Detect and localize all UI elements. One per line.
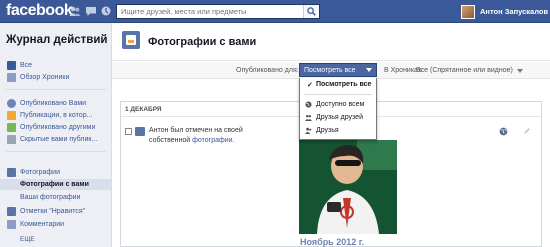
filter-bar: Опубликовано для: Посмотреть все В Хрони… bbox=[112, 62, 550, 79]
menu-item-label: Посмотреть все bbox=[316, 81, 372, 88]
sidebar-item-all[interactable]: Все bbox=[0, 60, 111, 71]
avatar bbox=[461, 4, 475, 19]
menu-item-public[interactable]: Доступно всем bbox=[300, 98, 376, 111]
sidebar-item-photos[interactable]: Фотографии bbox=[0, 167, 111, 178]
friends-icon bbox=[305, 127, 312, 134]
sidebar-item-timeline-review[interactable]: Обзор Хроники bbox=[0, 72, 111, 83]
sidebar-item-label: Опубликовано Вами bbox=[20, 100, 87, 107]
audience-filter-value: Посмотреть все bbox=[304, 66, 356, 74]
timeline-month-marker: Ноябрь 2012 г. bbox=[300, 237, 365, 247]
search-input[interactable] bbox=[117, 5, 299, 18]
timeline-icon bbox=[7, 73, 16, 82]
sidebar-item-photos-of-you[interactable]: Фотографии с вами bbox=[0, 179, 111, 190]
sidebar-item-label: Фотографии bbox=[20, 169, 61, 176]
select-checkbox[interactable] bbox=[125, 128, 132, 135]
top-bar: facebook Антон Запускалов bbox=[0, 0, 550, 23]
search-box bbox=[116, 4, 320, 19]
sidebar-item-label: Скрытые вами публик... bbox=[20, 136, 98, 143]
menu-item-see-all[interactable]: ✓ Посмотреть все bbox=[300, 78, 376, 91]
chevron-down-icon bbox=[516, 68, 523, 73]
sidebar-item-label: Публикации, в котор... bbox=[20, 112, 93, 119]
page-header: Фотографии с вами bbox=[112, 23, 550, 61]
globe-icon[interactable] bbox=[499, 127, 508, 136]
card-date: 1 ДЕКАБРЯ bbox=[125, 106, 162, 113]
facebook-icon bbox=[7, 61, 16, 70]
friend-requests-icon[interactable] bbox=[69, 5, 81, 17]
audience-filter-button[interactable]: Посмотреть все bbox=[299, 63, 377, 77]
search-button[interactable] bbox=[303, 5, 319, 18]
sidebar-item-posted-by-you[interactable]: Опубликовано Вами bbox=[0, 98, 111, 109]
sidebar-item-label: Все bbox=[20, 62, 33, 69]
sidebar-item-comments[interactable]: Комментарии bbox=[0, 219, 111, 230]
search-icon bbox=[307, 7, 316, 16]
story-period: . bbox=[232, 137, 235, 144]
sidebar-title: Журнал действий bbox=[6, 34, 108, 46]
audience-filter-label: Опубликовано для: bbox=[236, 67, 299, 74]
divider bbox=[6, 89, 106, 90]
like-icon bbox=[7, 207, 16, 216]
sidebar-item-label: Обзор Хроники bbox=[20, 74, 70, 81]
sidebar-item-posted-by-others[interactable]: Опубликовано другими bbox=[0, 122, 111, 133]
photo-link[interactable]: фотографии bbox=[192, 137, 232, 144]
sidebar-item-hidden[interactable]: Скрытые вами публик... bbox=[0, 134, 111, 145]
more-link[interactable]: ЕЩЕ bbox=[20, 236, 35, 243]
menu-item-friends[interactable]: Друзья bbox=[300, 124, 376, 137]
menu-item-label: Доступно всем bbox=[316, 101, 365, 108]
audience-dropdown-menu: ✓ Посмотреть все Доступно всем Друзья др… bbox=[299, 78, 377, 140]
page-title: Фотографии с вами bbox=[148, 36, 257, 48]
timeline-filter-select[interactable]: Все (Спрятанное или видное) bbox=[416, 67, 523, 74]
menu-item-label: Друзья друзей bbox=[316, 114, 363, 121]
left-sidebar: Журнал действий Все Обзор Хроники Опубли… bbox=[0, 23, 112, 247]
globe-icon bbox=[305, 101, 312, 108]
photo-icon bbox=[135, 127, 145, 136]
messages-icon[interactable] bbox=[85, 5, 97, 17]
person-icon bbox=[7, 99, 16, 108]
user-profile-link[interactable]: Антон Запускалов bbox=[461, 3, 548, 20]
user-name: Антон Запускалов bbox=[480, 7, 549, 16]
notifications-icon[interactable] bbox=[100, 5, 112, 17]
chevron-down-icon bbox=[366, 68, 372, 72]
friends-posts-icon bbox=[7, 123, 16, 132]
comment-icon bbox=[7, 220, 16, 229]
menu-item-friends-of-friends[interactable]: Друзья друзей bbox=[300, 111, 376, 124]
timeline-filter-value: Все (Спрятанное или видное) bbox=[416, 67, 513, 74]
sidebar-item-label: Опубликовано другими bbox=[20, 124, 96, 131]
checkmark-icon: ✓ bbox=[307, 81, 313, 89]
edit-pencil-icon[interactable] bbox=[523, 127, 531, 135]
posts-icon bbox=[7, 111, 16, 120]
sidebar-item-posts-tagged[interactable]: Публикации, в котор... bbox=[0, 110, 111, 121]
friends-of-friends-icon bbox=[305, 114, 312, 121]
story-text: Антон был отмечен на своей собственной ф… bbox=[149, 126, 279, 146]
tagged-photo[interactable] bbox=[299, 140, 397, 234]
photos-icon bbox=[122, 31, 140, 49]
sidebar-item-label: Отметки "Нравится" bbox=[20, 208, 86, 215]
sidebar-item-label: Фотографии с вами bbox=[20, 181, 89, 188]
photos-icon bbox=[7, 168, 16, 177]
divider bbox=[304, 94, 372, 95]
sidebar-item-label: Комментарии bbox=[20, 221, 65, 228]
sidebar-item-likes[interactable]: Отметки "Нравится" bbox=[0, 206, 111, 217]
hidden-icon bbox=[7, 135, 16, 144]
sidebar-item-your-photos[interactable]: Ваши фотографии bbox=[0, 192, 111, 203]
menu-item-label: Друзья bbox=[316, 127, 339, 134]
sidebar-item-label: Ваши фотографии bbox=[20, 194, 81, 201]
facebook-logo[interactable]: facebook bbox=[6, 2, 73, 20]
divider bbox=[6, 151, 106, 152]
